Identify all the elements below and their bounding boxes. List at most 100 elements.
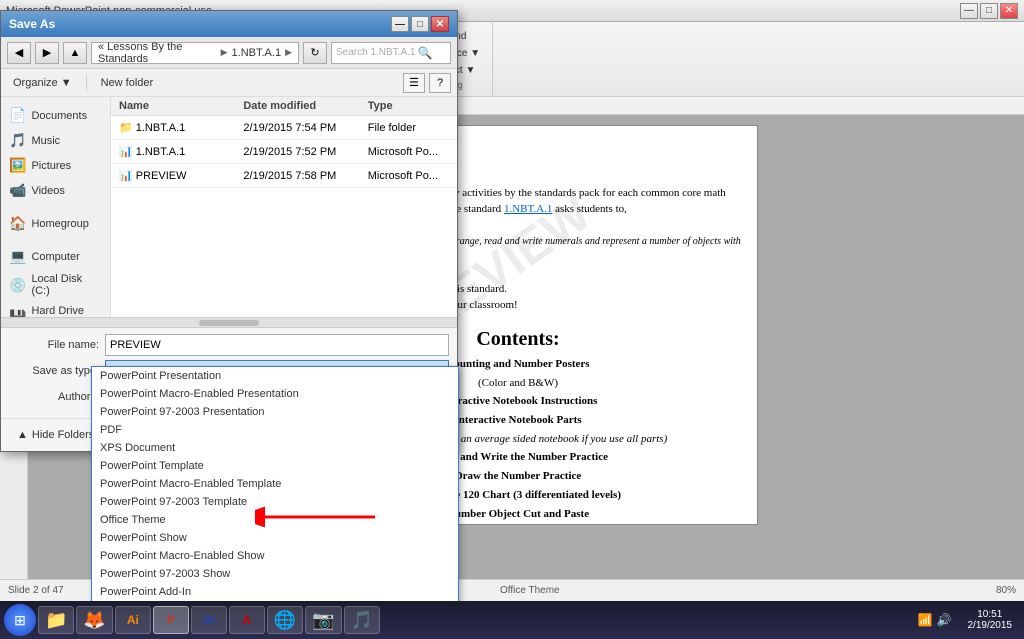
folder-icon: 📁 bbox=[119, 122, 133, 134]
theme-info: Office Theme bbox=[500, 585, 560, 596]
back-button[interactable]: ◀ bbox=[7, 42, 31, 64]
new-folder-button[interactable]: New folder bbox=[95, 75, 160, 91]
dialog-address-bar: ◀ ▶ ▲ « Lessons By the Standards ▶ 1.NBT… bbox=[1, 37, 457, 69]
zoom-level: 80% bbox=[996, 585, 1016, 596]
save-type-dropdown[interactable]: PowerPoint Presentation PowerPoint Macro… bbox=[91, 366, 459, 639]
dropdown-item-ppt-97-show[interactable]: PowerPoint 97-2003 Show bbox=[92, 565, 458, 583]
path-segment-2: 1.NBT.A.1 bbox=[232, 47, 282, 59]
save-as-dialog: Save As — □ ✕ ◀ ▶ ▲ « Lessons By the Sta… bbox=[0, 10, 458, 452]
clock-date: 2/19/2015 bbox=[968, 620, 1013, 631]
sidebar-item-documents[interactable]: 📄 Documents bbox=[1, 103, 110, 128]
sidebar-item-local-disk[interactable]: 💿 Local Disk (C:) bbox=[1, 269, 110, 301]
file-row-preview[interactable]: 📊 PREVIEW 2/19/2015 7:58 PM Microsoft Po… bbox=[111, 164, 457, 188]
toolbar-separator bbox=[86, 75, 87, 91]
sidebar-item-computer[interactable]: 💻 Computer bbox=[1, 244, 110, 269]
search-placeholder: Search 1.NBT.A.1 bbox=[336, 47, 415, 58]
network-icon: 📶 bbox=[918, 613, 933, 627]
taskbar-clock: 10:51 2/19/2015 bbox=[960, 609, 1021, 631]
search-box[interactable]: Search 1.NBT.A.1 🔍 bbox=[331, 42, 451, 64]
sidebar-item-videos[interactable]: 📹 Videos bbox=[1, 178, 110, 203]
dropdown-item-xps[interactable]: XPS Document bbox=[92, 439, 458, 457]
dialog-close[interactable]: ✕ bbox=[431, 16, 449, 32]
start-button[interactable]: ⊞ bbox=[4, 604, 36, 636]
computer-icon: 💻 bbox=[9, 248, 26, 265]
taskbar-explorer[interactable]: 📁 bbox=[38, 606, 74, 634]
taskbar-illustrator[interactable]: Ai bbox=[115, 606, 151, 634]
file-name-input[interactable] bbox=[105, 334, 449, 356]
taskbar-chrome[interactable]: 🌐 bbox=[267, 606, 303, 634]
view-options-button[interactable]: ☰ bbox=[403, 73, 425, 93]
dropdown-item-ppt-addin[interactable]: PowerPoint Add-In bbox=[92, 583, 458, 601]
col-type[interactable]: Type bbox=[360, 97, 457, 115]
taskbar-acrobat[interactable]: A bbox=[229, 606, 265, 634]
file-list-header: Name Date modified Type bbox=[111, 97, 457, 116]
ppt-icon-2: 📊 bbox=[119, 170, 133, 182]
sidebar-item-pictures[interactable]: 🖼️ Pictures bbox=[1, 153, 110, 178]
forward-button[interactable]: ▶ bbox=[35, 42, 59, 64]
col-date[interactable]: Date modified bbox=[235, 97, 359, 115]
organize-button[interactable]: Organize ▼ bbox=[7, 75, 78, 91]
dropdown-item-ppt-show[interactable]: PowerPoint Show bbox=[92, 529, 458, 547]
refresh-button[interactable]: ↻ bbox=[303, 42, 327, 64]
hide-folders-label: Hide Folders bbox=[32, 429, 94, 441]
file-name-ppt1: 📊 1.NBT.A.1 bbox=[111, 142, 235, 161]
toolbar-left: Organize ▼ New folder bbox=[7, 75, 159, 91]
dialog-sidebar: 📄 Documents 🎵 Music 🖼️ Pictures 📹 Videos bbox=[1, 97, 111, 317]
sidebar-item-music[interactable]: 🎵 Music bbox=[1, 128, 110, 153]
slide-info: Slide 2 of 47 bbox=[8, 585, 64, 596]
taskbar-camera[interactable]: 📷 bbox=[305, 606, 341, 634]
dialog-minimize[interactable]: — bbox=[391, 16, 409, 32]
scrollbar-thumb bbox=[199, 320, 259, 326]
dialog-toolbar: Organize ▼ New folder ☰ ? bbox=[1, 69, 457, 97]
col-name[interactable]: Name bbox=[111, 97, 235, 115]
path-segment-1: « Lessons By the Standards bbox=[98, 41, 217, 65]
file-date-preview: 2/19/2015 7:58 PM bbox=[235, 167, 359, 185]
sidebar-sep-2 bbox=[1, 236, 110, 244]
file-row-ppt1[interactable]: 📊 1.NBT.A.1 2/19/2015 7:52 PM Microsoft … bbox=[111, 140, 457, 164]
file-date-folder: 2/19/2015 7:54 PM bbox=[235, 119, 359, 137]
horizontal-scrollbar[interactable] bbox=[1, 317, 457, 327]
windows-taskbar: ⊞ 📁 🦊 Ai P W A 🌐 📷 🎵 📶 🔊 10:51 2/19/2015 bbox=[0, 601, 1024, 639]
minimize-button[interactable]: — bbox=[960, 3, 978, 19]
pictures-icon: 🖼️ bbox=[9, 157, 26, 174]
maximize-button[interactable]: □ bbox=[980, 3, 998, 19]
toolbar-right: ☰ ? bbox=[403, 73, 451, 93]
dialog-main-pane: 📄 Documents 🎵 Music 🖼️ Pictures 📹 Videos bbox=[1, 97, 457, 317]
close-button[interactable]: ✕ bbox=[1000, 3, 1018, 19]
dropdown-item-pdf[interactable]: PDF bbox=[92, 421, 458, 439]
sidebar-sep-1 bbox=[1, 203, 110, 211]
window-controls: — □ ✕ bbox=[960, 3, 1018, 19]
hard-drive-icon: 💾 bbox=[9, 309, 26, 318]
dropdown-item-ppt[interactable]: PowerPoint Presentation bbox=[92, 367, 458, 385]
save-type-label: Save as type: bbox=[9, 365, 99, 377]
taskbar-system-icons: 📶 🔊 bbox=[912, 613, 958, 627]
file-type-ppt1: Microsoft Po... bbox=[360, 143, 457, 161]
dropdown-item-ppt-macro[interactable]: PowerPoint Macro-Enabled Presentation bbox=[92, 385, 458, 403]
taskbar-powerpoint[interactable]: P bbox=[153, 606, 189, 634]
link-nbt[interactable]: 1.NBT.A.1 bbox=[504, 203, 552, 215]
dropdown-item-ppt-macro-show[interactable]: PowerPoint Macro-Enabled Show bbox=[92, 547, 458, 565]
hide-folders-arrow-icon: ▲ bbox=[17, 429, 28, 441]
file-name-preview: 📊 PREVIEW bbox=[111, 166, 235, 185]
dropdown-item-ppt-97-template[interactable]: PowerPoint 97-2003 Template bbox=[92, 493, 458, 511]
taskbar-word[interactable]: W bbox=[191, 606, 227, 634]
dropdown-item-office-theme[interactable]: Office Theme bbox=[92, 511, 458, 529]
dialog-title-bar: Save As — □ ✕ bbox=[1, 11, 457, 37]
sidebar-item-hard-drive[interactable]: 💾 Hard Drive (E:) bbox=[1, 301, 110, 317]
up-button[interactable]: ▲ bbox=[63, 42, 87, 64]
file-name-label: File name: bbox=[9, 339, 99, 351]
dropdown-item-ppt-macro-template[interactable]: PowerPoint Macro-Enabled Template bbox=[92, 475, 458, 493]
taskbar-firefox[interactable]: 🦊 bbox=[76, 606, 112, 634]
dialog-maximize[interactable]: □ bbox=[411, 16, 429, 32]
dropdown-item-ppt-template[interactable]: PowerPoint Template bbox=[92, 457, 458, 475]
hide-folders-button[interactable]: ▲ Hide Folders bbox=[9, 425, 102, 445]
dropdown-item-ppt-97[interactable]: PowerPoint 97-2003 Presentation bbox=[92, 403, 458, 421]
help-button[interactable]: ? bbox=[429, 73, 451, 93]
dialog-title: Save As bbox=[9, 17, 55, 31]
taskbar-music[interactable]: 🎵 bbox=[344, 606, 380, 634]
file-row-folder[interactable]: 📁 1.NBT.A.1 2/19/2015 7:54 PM File folde… bbox=[111, 116, 457, 140]
local-disk-icon: 💿 bbox=[9, 277, 26, 294]
address-path[interactable]: « Lessons By the Standards ▶ 1.NBT.A.1 ▶ bbox=[91, 42, 299, 64]
sidebar-item-homegroup[interactable]: 🏠 Homegroup bbox=[1, 211, 110, 236]
dialog-file-area: Name Date modified Type 📁 1.NBT.A.1 2/19… bbox=[111, 97, 457, 317]
